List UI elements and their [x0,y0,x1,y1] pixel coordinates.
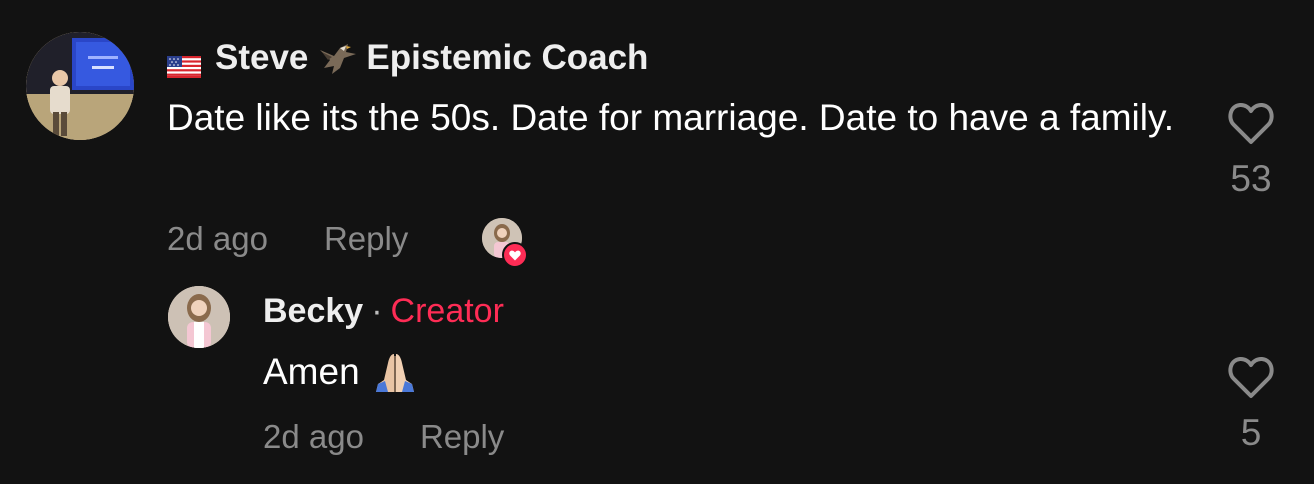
eagle-icon [318,38,358,78]
praying-hands-icon [372,350,418,394]
comment-header: Steve Epistemic Coach [167,38,648,78]
comment-text: Date like its the 50s. Date for marriage… [167,97,1174,138]
reply-text-row: Amen [263,343,418,400]
creator-label: Creator [390,292,504,330]
reply-meta: 2d ago Reply [263,418,504,456]
comment-timestamp: 2d ago [167,220,268,257]
reply-author-name[interactable]: Becky [263,292,363,331]
reply-timestamp: 2d ago [263,418,364,455]
comment-author-badge: Epistemic Coach [366,38,649,77]
comment-author-name[interactable]: Steve [215,38,308,78]
reply-header: Becky · Creator [263,292,504,331]
comment-meta: 2d ago Reply [167,220,408,258]
like-count: 53 [1230,158,1272,199]
commenter-avatar[interactable] [26,32,134,140]
comment-like: 53 [1211,100,1291,200]
us-flag-icon [167,47,201,78]
name-separator: · [371,292,383,330]
creator-avatar[interactable] [168,286,230,348]
like-count: 5 [1240,412,1262,453]
heart-outline-icon[interactable] [1227,100,1275,146]
reply-to-reply-button[interactable]: Reply [420,418,504,456]
reply-button[interactable]: Reply [324,220,408,258]
heart-badge-icon [502,242,528,268]
reply-text: Amen [263,351,360,392]
heart-outline-icon[interactable] [1227,354,1275,400]
reply-like: 5 [1211,354,1291,454]
liked-by-creator-indicator [482,218,528,268]
